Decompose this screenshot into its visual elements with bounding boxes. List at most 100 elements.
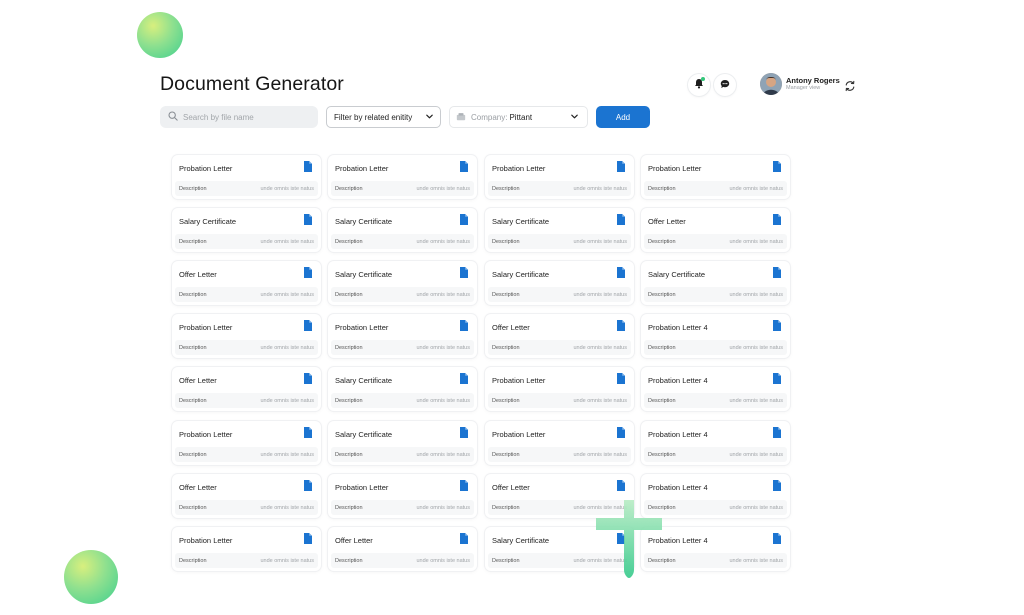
description-value: unde omnis iste natus [729, 344, 783, 351]
description-value: unde omnis iste natus [260, 557, 314, 564]
document-card[interactable]: Offer Letter Description unde omnis iste n… [485, 314, 634, 358]
refresh-icon[interactable] [844, 79, 856, 92]
description-value: unde omnis iste natus [729, 185, 783, 192]
notifications-button[interactable] [688, 74, 710, 96]
document-icon [617, 480, 625, 491]
description-label: Description [179, 238, 207, 245]
document-card[interactable]: Probation Letter 4 Description unde omnis … [641, 421, 790, 465]
document-description: Description unde omnis iste natus [644, 234, 787, 249]
description-value: unde omnis iste natus [573, 451, 627, 458]
document-title: Salary Certificate [648, 270, 706, 279]
description-label: Description [492, 344, 520, 351]
document-card[interactable]: Salary Certificate Description unde omnis … [485, 261, 634, 305]
document-card[interactable]: Probation Letter Description unde omnis is… [485, 155, 634, 199]
document-description: Description unde omnis iste natus [644, 181, 787, 196]
document-title: Probation Letter [335, 164, 389, 173]
document-title: Probation Letter [179, 323, 233, 332]
filter-dropdown[interactable]: Filter by related enitity [326, 106, 441, 128]
document-title: Probation Letter [335, 323, 389, 332]
description-label: Description [335, 451, 363, 458]
description-label: Description [335, 504, 363, 511]
description-label: Description [179, 397, 207, 404]
document-icon [773, 533, 781, 544]
document-description: Description unde omnis iste natus [331, 181, 474, 196]
description-value: unde omnis iste natus [260, 238, 314, 245]
document-card[interactable]: Offer Letter Description unde omnis iste n… [172, 261, 321, 305]
document-card[interactable]: Probation Letter Description unde omnis is… [172, 421, 321, 465]
description-value: unde omnis iste natus [729, 557, 783, 564]
add-button[interactable]: Add [596, 106, 650, 128]
search-box[interactable] [160, 106, 318, 128]
document-card[interactable]: Salary Certificate Description unde omnis … [485, 208, 634, 252]
description-value: unde omnis iste natus [416, 291, 470, 298]
document-title: Probation Letter [492, 430, 546, 439]
description-value: unde omnis iste natus [573, 185, 627, 192]
document-title: Probation Letter 4 [648, 376, 708, 385]
search-input[interactable] [183, 112, 313, 122]
description-label: Description [335, 185, 363, 192]
description-value: unde omnis iste natus [260, 504, 314, 511]
document-card[interactable]: Probation Letter 4 Description unde omnis … [641, 474, 790, 518]
document-card[interactable]: Probation Letter Description unde omnis is… [328, 314, 477, 358]
document-icon [617, 373, 625, 384]
document-title: Probation Letter [492, 376, 546, 385]
document-description: Description unde omnis iste natus [644, 447, 787, 462]
document-description: Description unde omnis iste natus [488, 393, 631, 408]
description-value: unde omnis iste natus [729, 291, 783, 298]
document-card[interactable]: Offer Letter Description unde omnis iste n… [172, 474, 321, 518]
document-description: Description unde omnis iste natus [488, 447, 631, 462]
document-icon [304, 320, 312, 331]
document-icon [773, 214, 781, 225]
document-card[interactable]: Probation Letter Description unde omnis is… [641, 155, 790, 199]
document-card[interactable]: Offer Letter Description unde omnis iste n… [641, 208, 790, 252]
document-card[interactable]: Probation Letter Description unde omnis is… [172, 314, 321, 358]
document-card[interactable]: Probation Letter Description unde omnis is… [485, 421, 634, 465]
document-card[interactable]: Offer Letter Description unde omnis iste n… [328, 527, 477, 571]
description-label: Description [492, 557, 520, 564]
description-value: unde omnis iste natus [260, 185, 314, 192]
filter-label: Filter by related enitity [334, 112, 413, 122]
document-card[interactable]: Probation Letter Description unde omnis is… [172, 155, 321, 199]
document-card[interactable]: Salary Certificate Description unde omnis … [641, 261, 790, 305]
document-card[interactable]: Probation Letter Description unde omnis is… [328, 474, 477, 518]
document-title: Salary Certificate [492, 536, 550, 545]
document-icon [304, 267, 312, 278]
document-card[interactable]: Salary Certificate Description unde omnis … [328, 421, 477, 465]
document-icon [304, 161, 312, 172]
document-card[interactable]: Salary Certificate Description unde omnis … [328, 208, 477, 252]
description-label: Description [648, 238, 676, 245]
document-card[interactable]: Salary Certificate Description unde omnis … [172, 208, 321, 252]
company-select[interactable]: Company: Pittant [449, 106, 588, 128]
messages-button[interactable] [714, 74, 736, 96]
document-icon [617, 161, 625, 172]
document-title: Salary Certificate [179, 217, 237, 226]
document-title: Probation Letter [335, 483, 389, 492]
document-icon [304, 427, 312, 438]
document-description: Description unde omnis iste natus [175, 393, 318, 408]
document-icon [304, 533, 312, 544]
page-title: Document Generator [160, 73, 344, 95]
document-description: Description unde omnis iste natus [175, 181, 318, 196]
document-card[interactable]: Probation Letter 4 Description unde omnis … [641, 367, 790, 411]
document-card[interactable]: Probation Letter 4 Description unde omnis … [641, 527, 790, 571]
avatar[interactable] [760, 73, 782, 95]
document-description: Description unde omnis iste natus [175, 500, 318, 515]
document-icon [773, 373, 781, 384]
document-description: Description unde omnis iste natus [175, 287, 318, 302]
document-card[interactable]: Offer Letter Description unde omnis iste n… [172, 367, 321, 411]
chat-icon [720, 76, 730, 94]
description-value: unde omnis iste natus [729, 397, 783, 404]
description-value: unde omnis iste natus [416, 185, 470, 192]
description-label: Description [492, 397, 520, 404]
chevron-down-icon [570, 112, 579, 123]
document-card[interactable]: Salary Certificate Description unde omnis … [328, 367, 477, 411]
document-card[interactable]: Probation Letter Description unde omnis is… [485, 367, 634, 411]
document-card[interactable]: Probation Letter 4 Description unde omnis … [641, 314, 790, 358]
document-card[interactable]: Probation Letter Description unde omnis is… [328, 155, 477, 199]
document-title: Probation Letter [179, 164, 233, 173]
document-title: Offer Letter [492, 323, 530, 332]
document-card[interactable]: Probation Letter Description unde omnis is… [172, 527, 321, 571]
decorative-blob [137, 12, 183, 58]
document-description: Description unde omnis iste natus [331, 393, 474, 408]
document-card[interactable]: Salary Certificate Description unde omnis … [328, 261, 477, 305]
